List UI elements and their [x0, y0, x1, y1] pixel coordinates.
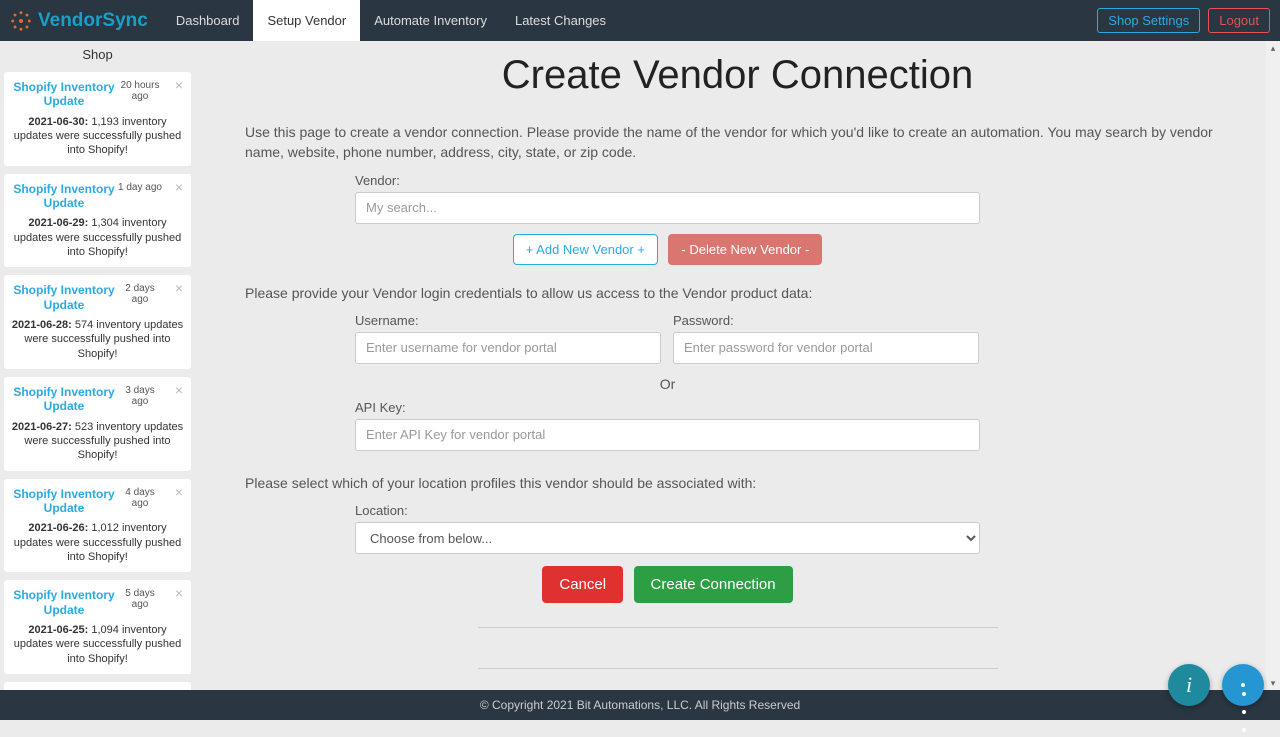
scroll-down-icon[interactable]: ▾	[1266, 676, 1280, 690]
separator	[478, 627, 998, 628]
shop-settings-button[interactable]: Shop Settings	[1097, 8, 1200, 33]
apikey-label: API Key:	[355, 400, 980, 415]
notification-body: 2021-06-27: 523 inventory updates were s…	[10, 420, 185, 463]
add-new-vendor-button[interactable]: + Add New Vendor +	[513, 234, 658, 265]
apikey-input[interactable]	[355, 419, 980, 451]
password-label: Password:	[673, 313, 979, 328]
delete-new-vendor-button[interactable]: - Delete New Vendor -	[668, 234, 822, 265]
separator	[478, 668, 998, 669]
nav-right: Shop Settings Logout	[1097, 8, 1280, 33]
vendor-label: Vendor:	[355, 173, 980, 188]
scrollbar[interactable]: ▴ ▾	[1266, 41, 1280, 690]
nav-tab-dashboard[interactable]: Dashboard	[162, 0, 254, 41]
sidebar: Shop Shopify Inventory Update20 hours ag…	[0, 41, 195, 690]
close-icon[interactable]: ×	[173, 383, 185, 397]
username-input[interactable]	[355, 332, 661, 364]
password-input[interactable]	[673, 332, 979, 364]
notification-card: Shopify Inventory Update20 hours ago × 202…	[4, 72, 191, 166]
close-icon[interactable]: ×	[173, 586, 185, 600]
notification-time: 2 days ago	[118, 281, 162, 305]
notification-card: Shopify Inventory Update1 day ago × 2021-0…	[4, 174, 191, 268]
notification-card: Shopify Inventory Update2 days ago × 2021-…	[4, 275, 191, 369]
cancel-button[interactable]: Cancel	[542, 566, 623, 603]
brand: VendorSync	[0, 10, 162, 32]
close-icon[interactable]: ×	[173, 180, 185, 194]
notification-card: Shopify Inventory Update4 days ago × 2021-…	[4, 479, 191, 573]
footer-text: © Copyright 2021 Bit Automations, LLC. A…	[480, 698, 800, 712]
notification-body: 2021-06-30: 1,193 inventory updates were…	[10, 115, 185, 158]
close-icon[interactable]: ×	[173, 485, 185, 499]
page-title: Create Vendor Connection	[245, 53, 1230, 98]
sidebar-header: Shop	[0, 41, 195, 68]
notification-card: Shopify Inventory Update5+ days ago×2021…	[4, 682, 191, 690]
nav-tab-setup-vendor[interactable]: Setup Vendor	[253, 0, 360, 41]
vendor-search-input[interactable]	[355, 192, 980, 224]
logout-button[interactable]: Logout	[1208, 8, 1270, 33]
chat-float-button[interactable]	[1222, 664, 1264, 706]
top-navbar: VendorSync Dashboard Setup Vendor Automa…	[0, 0, 1280, 41]
notification-card: Shopify Inventory Update3 days ago × 2021-…	[4, 377, 191, 471]
footer: © Copyright 2021 Bit Automations, LLC. A…	[0, 690, 1280, 720]
brand-text: VendorSync	[38, 10, 148, 32]
creds-intro-text: Please provide your Vendor login credent…	[245, 283, 1230, 303]
location-select[interactable]: Choose from below...	[355, 522, 980, 554]
or-divider: Or	[355, 376, 980, 392]
notification-time: 5 days ago	[118, 586, 162, 610]
notification-body: 2021-06-25: 1,094 inventory updates were…	[10, 623, 185, 666]
nav-tab-automate-inventory[interactable]: Automate Inventory	[360, 0, 501, 41]
vendor-button-row: + Add New Vendor + - Delete New Vendor -	[355, 234, 980, 265]
notification-title[interactable]: Shopify Inventory Update	[10, 180, 118, 211]
nav-tabs: Dashboard Setup Vendor Automate Inventor…	[162, 0, 620, 41]
brand-logo-icon	[10, 10, 32, 32]
notification-time: 4 days ago	[118, 485, 162, 509]
notification-time: 3 days ago	[118, 383, 162, 407]
intro-text: Use this page to create a vendor connect…	[245, 122, 1230, 163]
notification-body: 2021-06-29: 1,304 inventory updates were…	[10, 216, 185, 259]
notification-body: 2021-06-26: 1,012 inventory updates were…	[10, 521, 185, 564]
notification-time: 1 day ago	[118, 180, 162, 193]
info-float-button[interactable]: i	[1168, 664, 1210, 706]
close-icon[interactable]: ×	[173, 281, 185, 295]
notification-card: Shopify Inventory Update5 days ago × 2021-…	[4, 580, 191, 674]
notification-title[interactable]: Shopify Inventory Update	[10, 383, 118, 414]
notification-time: 20 hours ago	[118, 78, 162, 102]
chat-dots-icon	[1241, 683, 1245, 687]
close-icon[interactable]: ×	[173, 78, 185, 92]
location-label: Location:	[355, 503, 980, 518]
notification-title[interactable]: Shopify Inventory Update	[10, 281, 118, 312]
notification-title[interactable]: Shopify Inventory Update	[10, 78, 118, 109]
scroll-up-icon[interactable]: ▴	[1266, 41, 1280, 55]
notification-body: 2021-06-28: 574 inventory updates were s…	[10, 318, 185, 361]
notification-title[interactable]: Shopify Inventory Update	[10, 586, 118, 617]
main-content: Create Vendor Connection Use this page t…	[195, 41, 1280, 690]
location-intro-text: Please select which of your location pro…	[245, 473, 1230, 493]
nav-tab-latest-changes[interactable]: Latest Changes	[501, 0, 620, 41]
create-connection-button[interactable]: Create Connection	[634, 566, 793, 603]
notification-list: Shopify Inventory Update20 hours ago×202…	[0, 72, 195, 690]
notification-title[interactable]: Shopify Inventory Update	[10, 485, 118, 516]
username-label: Username:	[355, 313, 661, 328]
info-icon: i	[1186, 672, 1192, 698]
